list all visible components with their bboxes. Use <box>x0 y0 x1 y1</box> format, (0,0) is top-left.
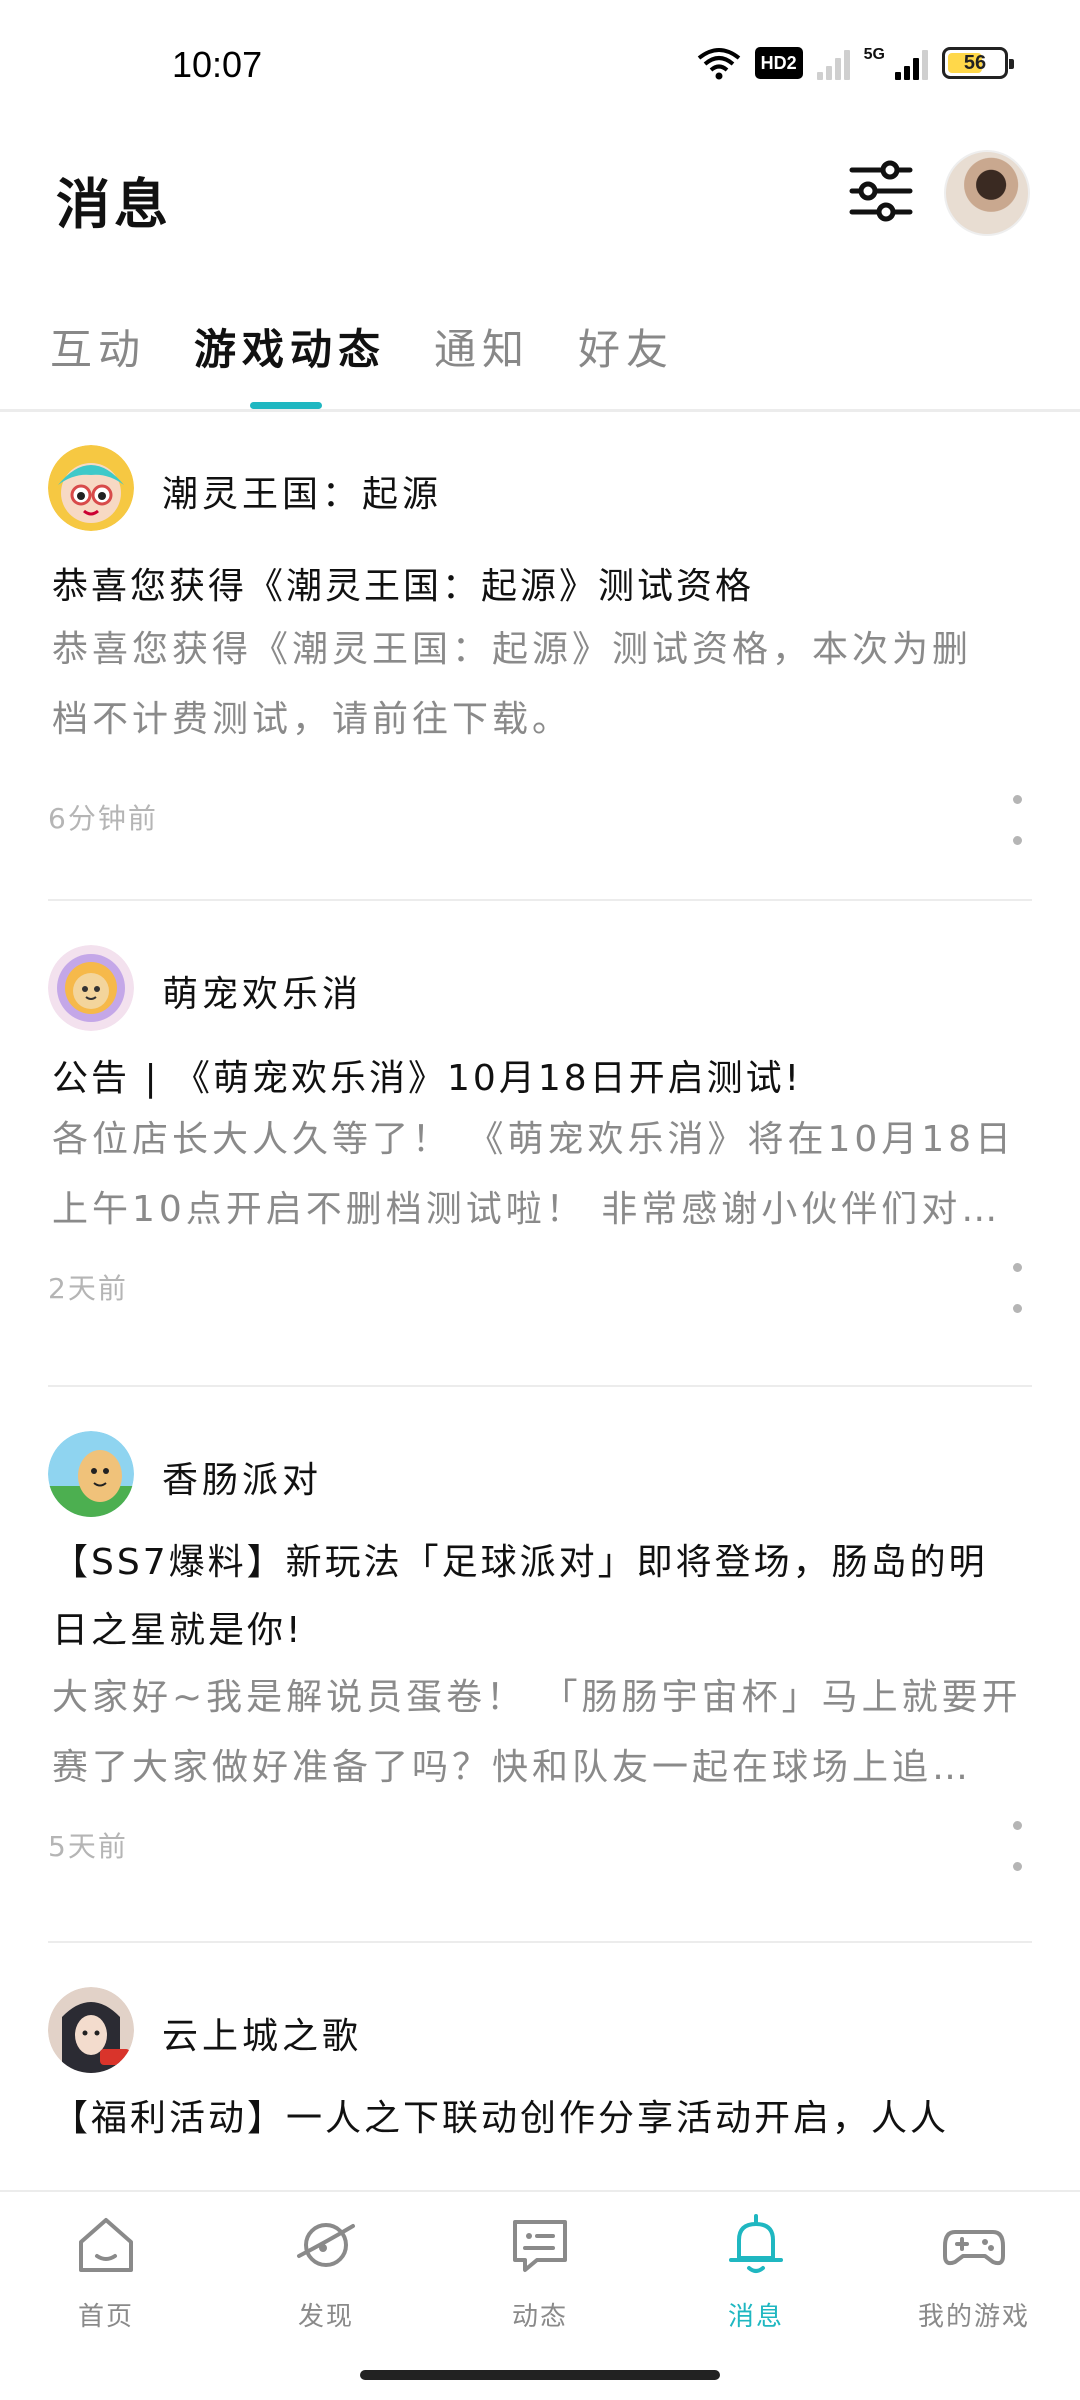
message-body: 大家好~我是解说员蛋卷！ 「肠肠宇宙杯」马上就要开 赛了大家做好准备了吗？快和队… <box>52 1663 1032 1803</box>
tab-notifications[interactable]: 通知 <box>434 316 530 377</box>
message-time: 2天前 <box>48 1272 128 1305</box>
bell-icon <box>729 2214 783 2273</box>
nav-my-games[interactable]: 我的游戏 <box>884 2212 1064 2352</box>
divider <box>48 1385 1032 1387</box>
message-title: 【SS7爆料】新玩法「足球派对」即将登场，肠岛的明 日之星就是你! <box>52 1529 1032 1665</box>
game-avatar <box>48 445 134 531</box>
header: 消息 <box>0 140 1080 260</box>
game-avatar <box>48 1987 134 2073</box>
status-bar: 10:07 HD2 5G 56 <box>0 0 1080 140</box>
list-item[interactable]: 萌宠欢乐消 公告 | 《萌宠欢乐消》10月18日开启测试! 各位店长大人久等了！… <box>48 945 1032 1395</box>
nav-label: 我的游戏 <box>917 2302 1030 2332</box>
planet-icon <box>297 2223 355 2267</box>
gamepad-icon <box>943 2230 1005 2266</box>
wifi-icon <box>697 48 740 80</box>
message-title: 公告 | 《萌宠欢乐消》10月18日开启测试! <box>52 1058 803 1099</box>
message-title-line: 【SS7爆料】新玩法「足球派对」即将登场，肠岛的明 <box>52 1542 988 1583</box>
page-title: 消息 <box>56 173 172 236</box>
list-item[interactable]: 香肠派对 【SS7爆料】新玩法「足球派对」即将登场，肠岛的明 日之星就是你! 大… <box>48 1431 1032 1951</box>
message-body-line: 大家好~我是解说员蛋卷！ 「肠肠宇宙杯」马上就要开 <box>52 1677 1022 1718</box>
hd-badge: HD2 <box>754 47 803 79</box>
filter-settings-icon[interactable] <box>848 158 914 224</box>
game-name: 萌宠欢乐消 <box>162 974 363 1015</box>
nav-feed[interactable]: 动态 <box>450 2212 630 2352</box>
game-avatar <box>48 945 134 1031</box>
more-options-icon[interactable] <box>1002 795 1032 845</box>
nav-label: 动态 <box>511 2302 568 2332</box>
divider <box>48 899 1032 901</box>
list-item[interactable]: 潮灵王国：起源 恭喜您获得《潮灵王国：起源》测试资格 恭喜您获得《潮灵王国：起源… <box>48 445 1032 925</box>
more-options-icon[interactable] <box>1002 1263 1032 1313</box>
more-options-icon[interactable] <box>1002 1821 1032 1871</box>
message-body: 恭喜您获得《潮灵王国：起源》测试资格，本次为删 档不计费测试，请前往下载。 <box>52 615 1032 755</box>
message-body-line: 各位店长大人久等了！ 《萌宠欢乐消》将在10月18日 <box>52 1119 1016 1160</box>
bottom-navigation: 首页 发现 动态 消息 我的游戏 <box>0 2190 1080 2360</box>
status-icons: HD2 5G 56 <box>697 46 1014 80</box>
nav-label: 消息 <box>727 2302 784 2332</box>
message-body-line: 档不计费测试，请前往下载。 <box>52 699 573 740</box>
message-title: 【福利活动】一人之下联动创作分享活动开启，人人 <box>52 2098 950 2139</box>
chat-icon <box>513 2220 567 2272</box>
message-time: 5天前 <box>48 1830 128 1863</box>
battery-icon: 56 <box>942 47 1014 79</box>
divider <box>48 1941 1032 1943</box>
nav-label: 首页 <box>77 2302 134 2332</box>
nav-discover[interactable]: 发现 <box>236 2212 416 2352</box>
message-body-line: 上午10点开启不删档测试啦！ 非常感谢小伙伴们对… <box>52 1189 1002 1230</box>
battery-level: 56 <box>963 51 987 74</box>
nav-messages[interactable]: 消息 <box>666 2212 846 2352</box>
network-label: 5G <box>863 46 885 63</box>
game-updates-feed: 潮灵王国：起源 恭喜您获得《潮灵王国：起源》测试资格 恭喜您获得《潮灵王国：起源… <box>0 415 1080 2191</box>
nav-home[interactable]: 首页 <box>16 2212 196 2352</box>
tab-friends[interactable]: 好友 <box>578 316 674 377</box>
nav-label: 发现 <box>297 2302 354 2332</box>
message-body-line: 赛了大家做好准备了吗？快和队友一起在球场上追… <box>52 1747 973 1788</box>
list-item[interactable]: 云上城之歌 【福利活动】一人之下联动创作分享活动开启，人人 <box>48 1987 1032 2191</box>
home-indicator[interactable] <box>360 2370 720 2380</box>
game-name: 香肠派对 <box>162 1460 323 1501</box>
message-title: 恭喜您获得《潮灵王国：起源》测试资格 <box>52 566 755 607</box>
status-time: 10:07 <box>172 44 263 85</box>
active-tab-indicator <box>250 402 322 409</box>
message-title-line: 日之星就是你! <box>52 1610 304 1651</box>
message-tabs: 互动 游戏动态 通知 好友 <box>0 300 1080 412</box>
message-body: 各位店长大人久等了！ 《萌宠欢乐消》将在10月18日 上午10点开启不删档测试啦… <box>52 1105 1032 1245</box>
home-icon <box>79 2218 133 2272</box>
tab-interactions[interactable]: 互动 <box>50 316 146 377</box>
message-time: 6分钟前 <box>48 802 158 835</box>
game-avatar <box>48 1431 134 1517</box>
user-avatar[interactable] <box>944 150 1030 236</box>
message-body-line: 恭喜您获得《潮灵王国：起源》测试资格，本次为删 <box>52 629 973 670</box>
signal-icon-sim1 <box>816 46 850 80</box>
game-name: 潮灵王国：起源 <box>162 474 443 515</box>
signal-icon-sim2 <box>895 46 928 80</box>
tab-game-updates[interactable]: 游戏动态 <box>194 316 386 377</box>
game-name: 云上城之歌 <box>162 2016 363 2057</box>
